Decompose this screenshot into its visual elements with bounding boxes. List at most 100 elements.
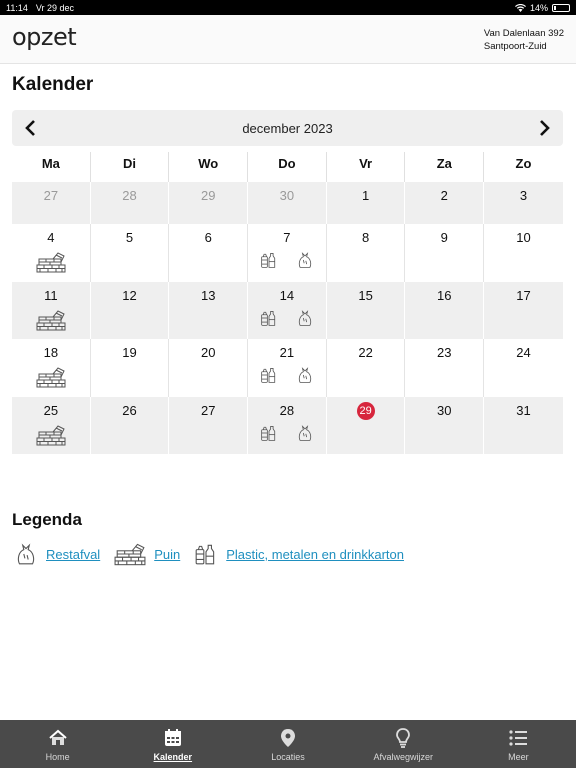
plastic-bottle-icon [261,310,276,326]
calendar-grid: Ma Di Wo Do Vr Za Zo 27 28 29 30 1 2 3 4 567 8 9 10 11 1… [12,152,563,455]
calendar-day[interactable]: 7 [248,224,327,282]
calendar-day[interactable]: 15 [326,281,406,340]
collection-icons [248,251,326,269]
location-pin-icon [281,728,295,747]
day-number: 24 [516,345,531,361]
previous-month-button[interactable] [20,118,40,138]
day-number: 17 [516,287,531,303]
wifi-icon [514,3,526,12]
calendar-day[interactable]: 21 [248,339,327,397]
collection-icons [248,424,326,442]
address-block[interactable]: Van Dalenlaan 392 Santpoort-Zuid [484,27,564,53]
day-number: 9 [440,230,448,245]
day-number: 29 [356,401,375,420]
battery-icon [552,3,570,12]
calendar-day[interactable]: 24 [484,339,563,397]
legend-item-restafval[interactable]: Restafval [14,542,100,566]
calendar-week-row: 11 12 13 14 15 16 17 [12,281,563,340]
calendar-day[interactable]: 19 [91,339,170,397]
calendar-day[interactable]: 30 [405,396,485,455]
menu-list-icon [509,729,528,746]
day-number: 14 [279,287,295,303]
weekday-label: Wo [169,152,249,182]
app-logo[interactable]: opzet [12,23,77,51]
trash-bag-icon [298,367,311,383]
calendar-day[interactable]: 27 [12,182,91,224]
day-number: 12 [122,287,137,303]
calendar-day[interactable]: 25 [12,396,91,455]
calendar-day[interactable]: 11 [12,281,91,340]
weekday-label: Zo [515,156,532,171]
calendar-icon [164,728,181,746]
calendar-day[interactable]: 3 [484,182,563,224]
month-label: december 2023 [242,120,333,136]
legend-link[interactable]: Plastic, metalen en drinkkarton [226,547,404,562]
tab-label: Locaties [271,751,305,762]
day-number: 19 [122,345,137,361]
legend-item-plastic[interactable]: Plastic, metalen en drinkkarton [194,542,404,566]
calendar-day[interactable]: 12 [90,281,170,340]
calendar-day[interactable]: 9 [405,224,485,282]
day-number: 3 [519,188,528,203]
calendar-day[interactable]: 5 [91,224,170,282]
calendar-day[interactable]: 29 [169,182,249,224]
weekday-label: Vr [327,152,406,182]
calendar-day[interactable]: 27 [169,396,249,455]
calendar-day[interactable]: 28 [248,396,327,455]
address-line-1: Van Dalenlaan 392 [483,28,564,39]
day-number: 30 [437,402,452,418]
tab-meer[interactable]: Meer [461,720,576,768]
chevron-left-icon [25,120,35,136]
calendar-day[interactable]: 6 [169,224,249,282]
bottom-tab-bar: Home Kalender Locaties Afvalwegwijzer Meer [0,720,576,768]
next-month-button[interactable] [535,118,555,138]
tab-label: Afvalwegwijzer [373,751,433,762]
calendar-day[interactable]: 2 [405,182,485,224]
app-header: opzet Van Dalenlaan 392 Santpoort-Zuid [0,15,576,64]
collection-icons [12,251,90,273]
day-number: 28 [122,188,137,203]
calendar-day[interactable]: 30 [248,182,327,224]
plastic-bottle-icon [261,368,276,383]
tab-kalender[interactable]: Kalender [115,720,230,768]
tab-label: Meer [508,751,529,762]
legend: Restafval Puin Plastic, metalen en drink… [14,542,404,566]
legend-link[interactable]: Puin [154,547,180,562]
calendar-day[interactable]: 28 [90,182,170,224]
calendar-day[interactable]: 18 [12,339,91,397]
calendar-day[interactable]: 13 [169,281,249,340]
day-number: 5 [125,230,134,245]
weekday-label: Di [91,152,170,182]
calendar-day-today[interactable]: 29 [326,396,406,455]
tab-home[interactable]: Home [0,720,115,768]
chevron-right-icon [540,120,550,136]
calendar-week-row: 18 19 20 21 22 23 24 [12,339,563,397]
plastic-bottle-icon [195,544,215,565]
tab-locaties[interactable]: Locaties [230,720,345,768]
calendar-day[interactable]: 22 [327,339,406,397]
day-number: 1 [361,188,370,203]
calendar-day[interactable]: 14 [248,281,327,340]
calendar-day[interactable]: 16 [405,281,485,340]
plastic-bottle-icon [261,425,276,441]
calendar-day[interactable]: 20 [169,339,249,397]
rubble-icon [36,425,66,446]
page-title: Kalender [12,74,94,95]
rubble-icon [36,252,66,273]
calendar-day[interactable]: 10 [484,224,563,282]
trash-bag-icon [298,252,311,268]
legend-link[interactable]: Restafval [46,547,100,562]
calendar-day[interactable]: 23 [405,339,485,397]
calendar-day[interactable]: 26 [90,396,170,455]
calendar-day[interactable]: 31 [484,396,563,455]
home-icon [48,729,67,745]
weekday-label: Za [405,152,485,182]
day-number: 6 [204,230,212,245]
calendar-day[interactable]: 8 [327,224,406,282]
calendar-day[interactable]: 4 [12,224,91,282]
calendar-day[interactable]: 1 [326,182,406,224]
legend-item-puin[interactable]: Puin [114,542,180,566]
tab-afvalwegwijzer[interactable]: Afvalwegwijzer [346,720,461,768]
calendar-day[interactable]: 17 [484,281,563,340]
day-number: 31 [516,402,531,418]
